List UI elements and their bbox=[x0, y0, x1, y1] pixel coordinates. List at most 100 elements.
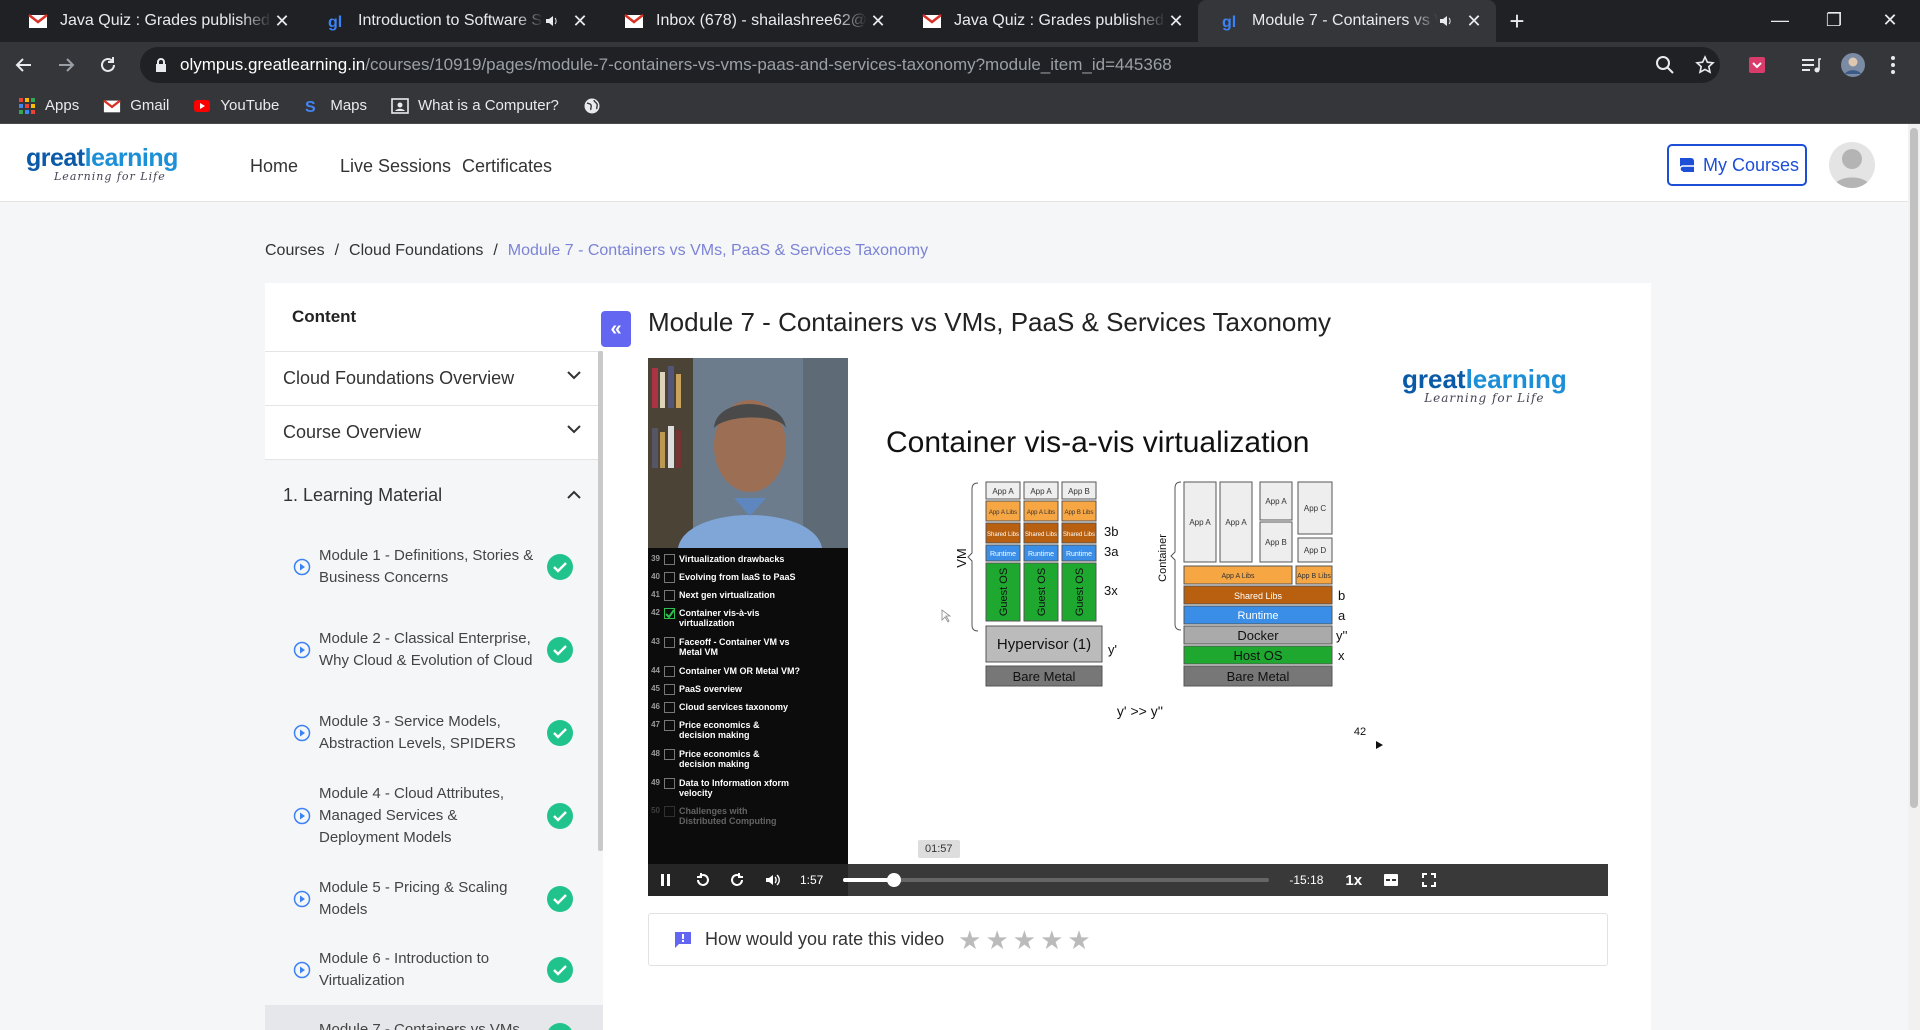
zoom-icon[interactable] bbox=[1652, 52, 1678, 78]
toc-checkbox[interactable] bbox=[664, 590, 675, 601]
page-scrollbar-thumb[interactable] bbox=[1910, 128, 1918, 808]
kebab-menu-icon[interactable] bbox=[1880, 52, 1906, 78]
toc-item[interactable]: 45 PaaS overview bbox=[648, 684, 742, 695]
module-item-current[interactable]: Module 7 - Containers vs VMs, bbox=[265, 1005, 603, 1030]
toc-checkbox[interactable] bbox=[664, 666, 675, 677]
module-item[interactable]: Module 3 - Service Models, Abstraction L… bbox=[265, 697, 603, 769]
toc-item[interactable]: 39 Virtualization drawbacks bbox=[648, 554, 784, 565]
tab-close-icon[interactable]: ✕ bbox=[1464, 11, 1484, 31]
breadcrumb-course[interactable]: Cloud Foundations bbox=[349, 242, 483, 260]
tab-close-icon[interactable]: ✕ bbox=[1166, 11, 1186, 31]
toc-item[interactable]: 49 Data to Information xform velocity bbox=[648, 778, 789, 798]
toc-item[interactable]: 41 Next gen virtualization bbox=[648, 590, 775, 601]
browser-tab[interactable]: Java Quiz : Grades published - sh ✕ bbox=[6, 0, 304, 42]
minimize-button[interactable]: — bbox=[1752, 0, 1808, 40]
toc-checkbox[interactable] bbox=[664, 778, 675, 789]
toc-item[interactable]: 48 Price economics & decision making bbox=[648, 749, 789, 769]
speaker-icon[interactable] bbox=[544, 12, 562, 30]
my-courses-button[interactable]: My Courses bbox=[1667, 144, 1807, 186]
new-tab-button[interactable]: + bbox=[1496, 0, 1538, 42]
module-item[interactable]: Module 5 - Pricing & Scaling Models bbox=[265, 863, 603, 935]
seek-bar[interactable] bbox=[843, 873, 1270, 887]
bookmark-label: Apps bbox=[45, 97, 80, 114]
tab-close-icon[interactable]: ✕ bbox=[570, 11, 590, 31]
volume-icon[interactable] bbox=[764, 872, 782, 888]
speaker-icon[interactable] bbox=[1438, 12, 1456, 30]
toc-checkbox[interactable] bbox=[664, 684, 675, 695]
bare-metal-text: Bare Metal bbox=[1013, 669, 1076, 684]
toc-checkbox[interactable] bbox=[664, 720, 675, 731]
breadcrumb-courses[interactable]: Courses bbox=[265, 242, 325, 260]
nav-live-sessions[interactable]: Live Sessions bbox=[340, 156, 451, 177]
toc-item[interactable]: 42 Container vis-à-vis virtualization bbox=[648, 608, 799, 628]
back-button[interactable] bbox=[6, 47, 42, 83]
bookmark-what-is-a-computer[interactable]: What is a Computer? bbox=[391, 97, 559, 115]
rating-star[interactable]: ★ bbox=[1067, 927, 1090, 953]
pause-icon[interactable] bbox=[660, 873, 672, 887]
restore-button[interactable]: ❐ bbox=[1806, 0, 1862, 40]
playback-speed[interactable]: 1x bbox=[1345, 872, 1362, 889]
toc-item[interactable]: 43 Faceoff - Container VM vs Metal VM bbox=[648, 637, 799, 657]
presenter-video bbox=[648, 358, 848, 548]
page-scrollbar[interactable] bbox=[1908, 124, 1920, 1030]
rating-star[interactable]: ★ bbox=[985, 927, 1008, 953]
module-item[interactable]: Module 4 - Cloud Attributes, Managed Ser… bbox=[265, 769, 603, 863]
toc-checkbox[interactable] bbox=[664, 637, 675, 648]
address-bar[interactable]: olympus.greatlearning.in/courses/10919/p… bbox=[140, 47, 1720, 83]
section-cloud-foundations-overview[interactable]: Cloud Foundations Overview bbox=[265, 351, 603, 405]
section-course-overview[interactable]: Course Overview bbox=[265, 405, 603, 459]
nav-home[interactable]: Home bbox=[250, 156, 298, 177]
bookmark-youtube[interactable]: YouTube bbox=[193, 97, 279, 115]
video-player[interactable]: 39 Virtualization drawbacks 40 Evolving fr… bbox=[648, 358, 1608, 896]
captions-icon[interactable] bbox=[1384, 874, 1399, 886]
rating-star[interactable]: ★ bbox=[958, 927, 981, 953]
toc-checkbox[interactable] bbox=[664, 554, 675, 565]
bookmark-label: Maps bbox=[330, 97, 368, 114]
toc-checkbox[interactable] bbox=[664, 749, 675, 760]
toc-checkbox-checked[interactable] bbox=[664, 608, 675, 619]
tab-close-icon[interactable]: ✕ bbox=[272, 11, 292, 31]
bookmark-star-icon[interactable] bbox=[1692, 52, 1718, 78]
browser-tab[interactable]: gl Introduction to Software Sec ✕ bbox=[304, 0, 602, 42]
toc-checkbox[interactable] bbox=[664, 702, 675, 713]
toc-item[interactable]: 46 Cloud services taxonomy bbox=[648, 702, 788, 713]
module-item[interactable]: Module 2 - Classical Enterprise, Why Clo… bbox=[265, 603, 603, 697]
section-learning-material[interactable]: 1. Learning Material bbox=[265, 459, 603, 531]
browser-tab[interactable]: Inbox (678) - shailashree62@gm ✕ bbox=[602, 0, 900, 42]
rating-star[interactable]: ★ bbox=[1040, 927, 1063, 953]
forward-10-icon[interactable] bbox=[728, 871, 746, 889]
toc-item[interactable]: 40 Evolving from IaaS to PaaS bbox=[648, 572, 796, 583]
toc-checkbox[interactable] bbox=[664, 572, 675, 583]
bookmark-maps[interactable]: S Maps bbox=[303, 97, 367, 115]
close-window-button[interactable]: ✕ bbox=[1862, 0, 1918, 40]
greatlearning-logo[interactable]: greatlearning Learning for Life bbox=[26, 144, 178, 183]
play-circle-icon bbox=[293, 724, 311, 742]
collapse-sidebar-button[interactable]: « bbox=[601, 311, 631, 347]
bookmark-gmail[interactable]: Gmail bbox=[103, 97, 169, 115]
bookmark-apps[interactable]: Apps bbox=[18, 97, 79, 115]
rewind-10-icon[interactable] bbox=[694, 871, 712, 889]
browser-tab-active[interactable]: gl Module 7 - Containers vs VM ✕ bbox=[1198, 0, 1496, 42]
bookmark-label: YouTube bbox=[220, 97, 280, 114]
remaining-time: -15:18 bbox=[1289, 873, 1324, 887]
toc-item[interactable]: 47 Price economics & decision making bbox=[648, 720, 789, 740]
toc-item[interactable]: 50 Challenges with Distributed Computing bbox=[648, 806, 789, 826]
user-avatar[interactable] bbox=[1829, 142, 1875, 188]
rating-star[interactable]: ★ bbox=[1013, 927, 1036, 953]
profile-avatar-icon[interactable] bbox=[1840, 52, 1866, 78]
forward-button[interactable] bbox=[48, 47, 84, 83]
reload-button[interactable] bbox=[90, 47, 126, 83]
toc-item[interactable]: 44 Container VM OR Metal VM? bbox=[648, 666, 800, 677]
seek-bar-thumb[interactable] bbox=[887, 873, 902, 887]
fullscreen-icon[interactable] bbox=[1422, 873, 1437, 887]
extension-icon[interactable] bbox=[1744, 52, 1770, 78]
media-control-icon[interactable] bbox=[1798, 52, 1824, 78]
browser-tab[interactable]: Java Quiz : Grades published - sh ✕ bbox=[900, 0, 1198, 42]
bookmark-globe[interactable] bbox=[583, 97, 610, 115]
tab-close-icon[interactable]: ✕ bbox=[868, 11, 888, 31]
toc-checkbox[interactable] bbox=[664, 806, 675, 817]
module-item[interactable]: Module 1 - Definitions, Stories & Busine… bbox=[265, 531, 603, 603]
nav-certificates[interactable]: Certificates bbox=[462, 156, 552, 177]
toc-text: Evolving from IaaS to PaaS bbox=[679, 572, 796, 582]
module-item[interactable]: Module 6 - Introduction to Virtualizatio… bbox=[265, 935, 603, 1005]
